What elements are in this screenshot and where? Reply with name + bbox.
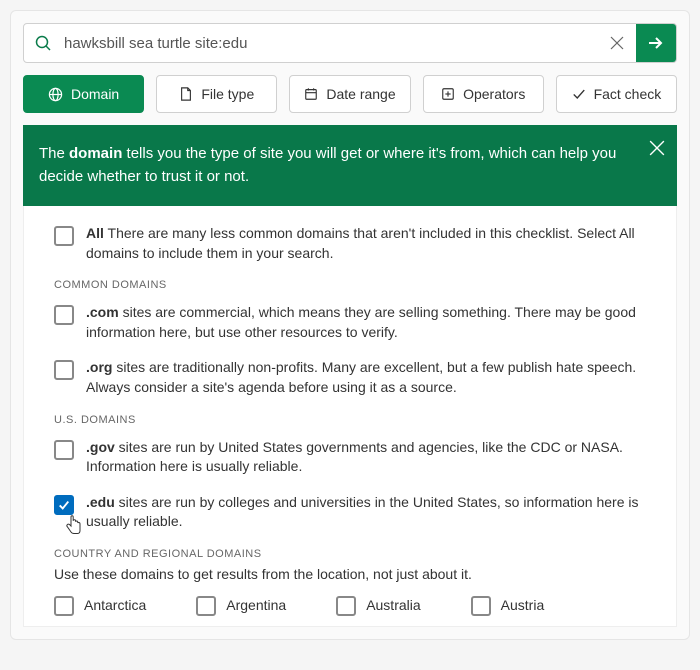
filter-row: Domain File type Date range	[23, 75, 677, 113]
close-icon[interactable]	[649, 135, 665, 165]
option-text: .com sites are commercial, which means t…	[86, 303, 646, 342]
option-text: .org sites are traditionally non-profits…	[86, 358, 646, 397]
checkbox-com[interactable]	[54, 305, 74, 325]
search-icon	[24, 35, 62, 51]
search-input[interactable]	[62, 34, 598, 53]
option-austria: Austria	[471, 594, 545, 616]
checkbox-all[interactable]	[54, 226, 74, 246]
filter-operators[interactable]: Operators	[423, 75, 544, 113]
info-banner: The domain tells you the type of site yo…	[23, 125, 677, 206]
section-country-domains: COUNTRY AND REGIONAL DOMAINS	[54, 548, 646, 560]
checkbox-gov[interactable]	[54, 440, 74, 460]
cursor-pointer-icon	[64, 513, 84, 538]
checkbox-org[interactable]	[54, 360, 74, 380]
checkbox-austria[interactable]	[471, 596, 491, 616]
checkbox-antarctica[interactable]	[54, 596, 74, 616]
search-bar	[23, 23, 677, 63]
search-coach-panel: Domain File type Date range	[10, 10, 690, 640]
clear-button[interactable]	[598, 36, 636, 50]
option-australia: Australia	[336, 594, 420, 616]
filter-filetype[interactable]: File type	[156, 75, 277, 113]
country-row: Antarctica Argentina Australia Austria	[54, 594, 646, 616]
option-antarctica: Antarctica	[54, 594, 146, 616]
option-text: All There are many less common domains t…	[86, 224, 646, 263]
file-icon	[179, 87, 193, 101]
calendar-icon	[304, 87, 318, 101]
search-submit-button[interactable]	[636, 23, 676, 63]
country-label: Antarctica	[84, 597, 146, 613]
checkbox-edu[interactable]	[54, 495, 74, 515]
option-org: .org sites are traditionally non-profits…	[54, 358, 646, 397]
domain-options: All There are many less common domains t…	[23, 206, 677, 627]
country-label: Austria	[501, 597, 545, 613]
section-country-sub: Use these domains to get results from th…	[54, 566, 646, 582]
option-all: All There are many less common domains t…	[54, 224, 646, 263]
filter-label: Operators	[463, 86, 525, 102]
filter-domain[interactable]: Domain	[23, 75, 144, 113]
filter-label: Domain	[71, 86, 119, 102]
plus-box-icon	[441, 87, 455, 101]
country-label: Australia	[366, 597, 420, 613]
checkbox-australia[interactable]	[336, 596, 356, 616]
option-argentina: Argentina	[196, 594, 286, 616]
filter-factcheck[interactable]: Fact check	[556, 75, 677, 113]
filter-label: Date range	[326, 86, 395, 102]
check-icon	[572, 87, 586, 101]
filter-label: File type	[201, 86, 254, 102]
option-text: .gov sites are run by United States gove…	[86, 438, 646, 477]
country-label: Argentina	[226, 597, 286, 613]
checkbox-argentina[interactable]	[196, 596, 216, 616]
section-us-domains: U.S. DOMAINS	[54, 414, 646, 426]
option-com: .com sites are commercial, which means t…	[54, 303, 646, 342]
option-text: .edu sites are run by colleges and unive…	[86, 493, 646, 532]
filter-label: Fact check	[594, 86, 662, 102]
globe-icon	[48, 87, 63, 102]
option-gov: .gov sites are run by United States gove…	[54, 438, 646, 477]
filter-daterange[interactable]: Date range	[289, 75, 410, 113]
section-common-domains: COMMON DOMAINS	[54, 279, 646, 291]
banner-text: The domain tells you the type of site yo…	[39, 145, 616, 185]
option-edu: .edu sites are run by colleges and unive…	[54, 493, 646, 532]
